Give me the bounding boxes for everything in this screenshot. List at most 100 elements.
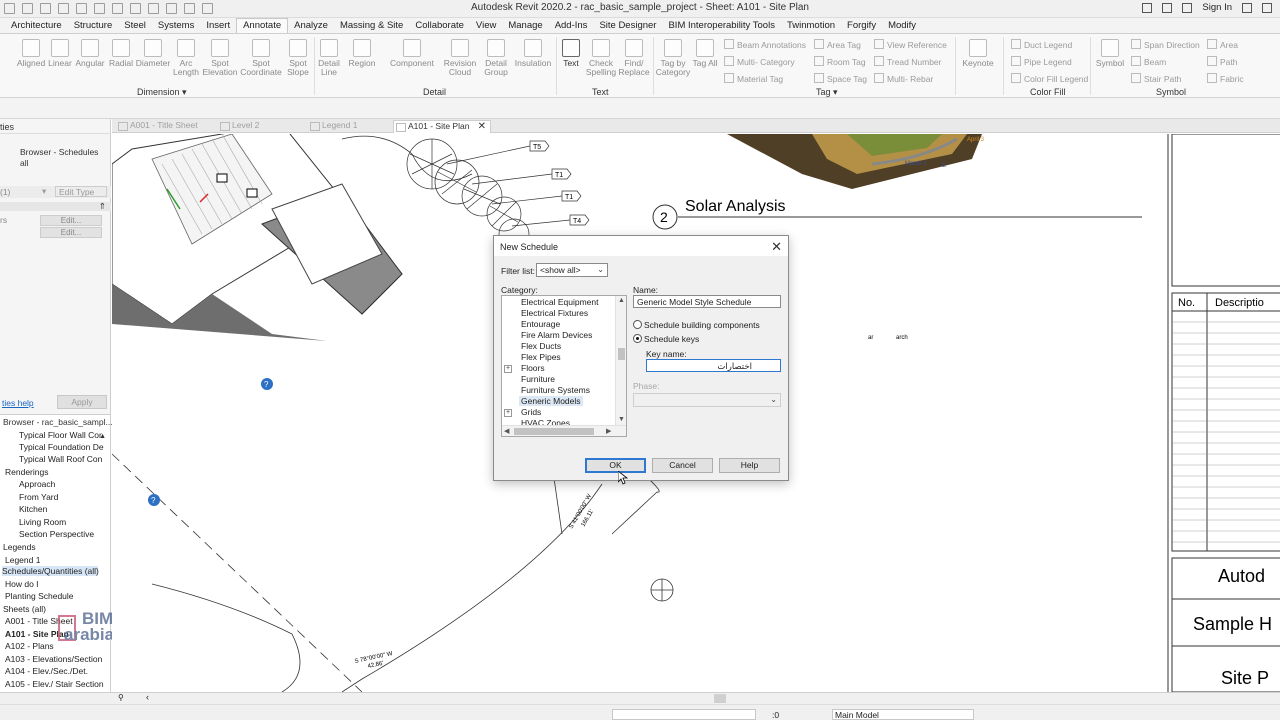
spot-elevation-button[interactable]: Spot Elevation	[201, 39, 239, 77]
tab-steel[interactable]: Steel	[118, 19, 152, 33]
duct-legend-button[interactable]: Duct Legend	[1011, 39, 1072, 50]
sign-in-link[interactable]: Sign In	[1202, 2, 1232, 13]
schedule-components-label[interactable]: Schedule building components	[644, 320, 760, 330]
insulation-button[interactable]: Insulation	[513, 39, 553, 68]
tab-site-designer[interactable]: Site Designer	[593, 19, 662, 33]
workset-dropdown[interactable]	[612, 709, 756, 720]
tread-number-button[interactable]: Tread Number	[874, 56, 941, 67]
text-button[interactable]: Text	[558, 39, 584, 68]
category-item[interactable]: Flex Pipes	[521, 352, 561, 362]
scroll-thumb[interactable]	[514, 428, 594, 435]
cancel-button[interactable]: Cancel	[652, 458, 713, 473]
browser-item[interactable]: A104 - Elev./Sec./Det.	[5, 666, 88, 676]
tab-structure[interactable]: Structure	[68, 19, 119, 33]
browser-item[interactable]: Legend 1	[5, 555, 40, 565]
tag-panel-label[interactable]: Tag ▾	[816, 87, 838, 98]
tab-add-ins[interactable]: Add-Ins	[549, 19, 594, 33]
browser-item[interactable]: A105 - Elev./ Stair Section	[5, 679, 104, 689]
linear-dimension-button[interactable]: Linear	[46, 39, 74, 68]
schedule-keys-label[interactable]: Schedule keys	[644, 334, 699, 344]
type-selector[interactable]: Browser - Schedules all	[20, 147, 106, 183]
filter-list-select[interactable]: <show all> ⌄	[536, 263, 608, 277]
doc-tab-legend-1[interactable]: Legend 1	[308, 120, 388, 133]
category-item[interactable]: Electrical Fixtures	[521, 308, 588, 318]
browser-item[interactable]: A103 - Elevations/Section	[5, 654, 102, 664]
view-reference-button[interactable]: View Reference	[874, 39, 947, 50]
diameter-dimension-button[interactable]: Diameter	[134, 39, 172, 68]
spot-slope-button[interactable]: Spot Slope	[283, 39, 313, 77]
browser-item[interactable]: Typical Wall Roof Con	[19, 454, 102, 464]
category-item[interactable]: Electrical Equipment	[521, 297, 598, 307]
schedule-keys-radio[interactable]	[633, 334, 642, 343]
check-spelling-button[interactable]: Check Spelling	[584, 39, 618, 77]
tab-bim-interoperability-tools[interactable]: BIM Interoperability Tools	[662, 19, 781, 33]
tab-systems[interactable]: Systems	[152, 19, 200, 33]
cart-icon[interactable]	[1242, 2, 1252, 13]
arc-length-button[interactable]: Arc Length	[172, 39, 200, 77]
edit-button[interactable]: Edit...	[40, 215, 102, 226]
scroll-left-icon[interactable]: ‹	[146, 692, 149, 702]
browser-item[interactable]: Sheets (all)	[3, 604, 46, 614]
beam-annotations-button[interactable]: Beam Annotations	[724, 39, 806, 50]
schedule-name-input[interactable]: Generic Model Style Schedule	[633, 295, 781, 308]
horizontal-scroll-thumb[interactable]	[714, 694, 726, 703]
ok-button[interactable]: OK	[585, 458, 646, 473]
expand-icon[interactable]: +	[504, 409, 512, 417]
beam-symbol-button[interactable]: Beam	[1131, 56, 1166, 67]
category-item[interactable]: Floors	[521, 363, 545, 373]
tab-collaborate[interactable]: Collaborate	[409, 19, 470, 33]
space-tag-button[interactable]: Space Tag	[814, 73, 867, 84]
category-item[interactable]: Furniture Systems	[521, 385, 590, 395]
room-tag-button[interactable]: Room Tag	[814, 56, 866, 67]
tab-insert[interactable]: Insert	[200, 19, 236, 33]
category-item[interactable]: Grids	[521, 407, 541, 417]
browser-item[interactable]: Typical Floor Wall Cor	[19, 430, 102, 440]
binoculars-icon[interactable]	[1162, 2, 1173, 13]
tab-twinmotion[interactable]: Twinmotion	[781, 19, 841, 33]
scale-icon[interactable]: ⚲	[118, 693, 124, 702]
browser-item[interactable]: Section Perspective	[19, 529, 94, 539]
key-name-input[interactable]: اختصارات	[646, 359, 781, 372]
design-option-dropdown[interactable]: Main Model	[832, 709, 974, 720]
multi-rebar-button[interactable]: Multi- Rebar	[874, 73, 933, 84]
radial-dimension-button[interactable]: Radial	[106, 39, 136, 68]
edit-type-button[interactable]: Edit Type	[55, 186, 107, 197]
collapse-icon[interactable]: ⇑	[99, 201, 106, 212]
edit-button[interactable]: Edit...	[40, 227, 102, 238]
browser-item[interactable]: Renderings	[5, 467, 48, 477]
doc-tab-title-sheet[interactable]: A001 - Title Sheet	[116, 120, 212, 133]
find-replace-button[interactable]: Find/ Replace	[618, 39, 650, 77]
category-item-selected[interactable]: Generic Models	[519, 396, 583, 406]
keynote-button[interactable]: Keynote	[958, 39, 998, 68]
apply-button[interactable]: Apply	[57, 395, 107, 409]
aligned-dimension-button[interactable]: Aligned	[15, 39, 47, 68]
browser-item[interactable]: Approach	[19, 479, 55, 489]
search-icon[interactable]	[1142, 2, 1153, 13]
multi-category-button[interactable]: Multi- Category	[724, 56, 795, 67]
schedule-components-radio[interactable]	[633, 320, 642, 329]
detail-group-button[interactable]: Detail Group	[480, 39, 512, 77]
category-item[interactable]: Furniture	[521, 374, 555, 384]
span-direction-button[interactable]: Span Direction	[1131, 39, 1200, 50]
scroll-right-icon[interactable]: ▶	[606, 427, 611, 435]
material-tag-button[interactable]: Material Tag	[724, 73, 783, 84]
properties-help-link[interactable]: ties help	[2, 398, 34, 408]
tab-analyze[interactable]: Analyze	[288, 19, 334, 33]
dimension-panel-label[interactable]: Dimension ▾	[137, 87, 187, 98]
browser-item[interactable]: Living Room	[19, 517, 66, 527]
tab-architecture[interactable]: Architecture	[5, 19, 68, 33]
pipe-legend-button[interactable]: Pipe Legend	[1011, 56, 1072, 67]
area-tag-button[interactable]: Area Tag	[814, 39, 861, 50]
category-item[interactable]: Entourage	[521, 319, 560, 329]
browser-item[interactable]: How do I	[5, 579, 39, 589]
tab-modify[interactable]: Modify	[882, 19, 922, 33]
symbol-button[interactable]: Symbol	[1092, 39, 1128, 68]
tab-manage[interactable]: Manage	[502, 19, 548, 33]
browser-item[interactable]: Kitchen	[19, 504, 47, 514]
color-fill-legend-button[interactable]: Color Fill Legend	[1011, 73, 1088, 84]
path-symbol-button[interactable]: Path	[1207, 56, 1238, 67]
phase-select[interactable]: ⌄	[633, 393, 781, 407]
scroll-thumb[interactable]	[618, 348, 625, 360]
scroll-left-icon[interactable]: ◀	[504, 427, 509, 435]
tag-by-category-button[interactable]: Tag by Category	[655, 39, 691, 77]
